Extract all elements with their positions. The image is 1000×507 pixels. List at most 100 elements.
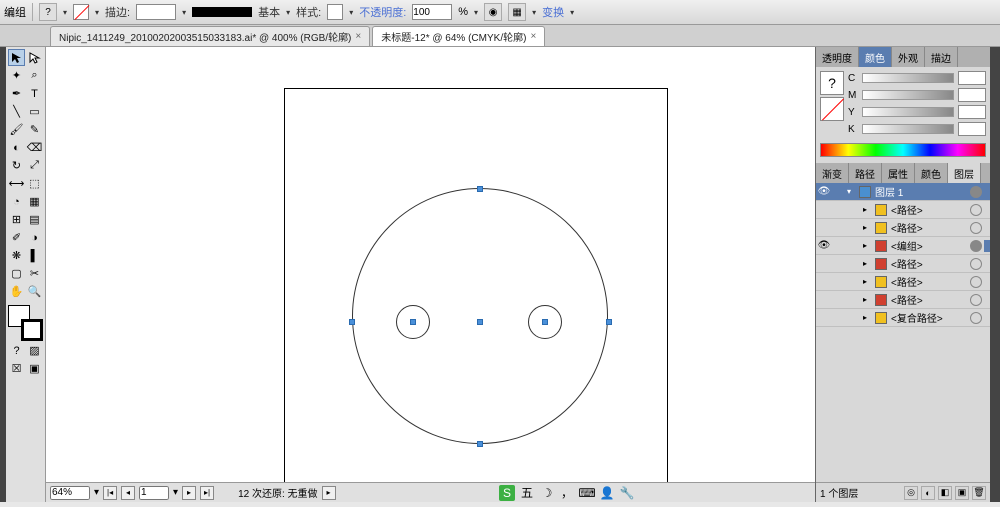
cyan-slider[interactable] [862,73,954,83]
close-icon[interactable]: × [355,31,361,42]
align-icon[interactable]: ▦ [508,3,526,21]
dropdown-arrow-icon[interactable]: ▾ [570,8,574,17]
scale-tool[interactable]: ⤢ [26,157,43,174]
expand-toggle-icon[interactable]: ▾ [847,187,857,196]
selection-handle[interactable] [606,319,612,325]
layer-name[interactable]: <路径> [889,202,968,217]
user-icon[interactable]: 👤 [599,485,615,501]
selection-handle[interactable] [410,319,416,325]
target-icon[interactable] [970,258,982,270]
paintbrush-tool[interactable]: 🖌 [8,121,25,138]
zoom-input[interactable] [50,486,90,500]
eyedropper-tool[interactable]: ✐ [8,229,25,246]
keyboard-icon[interactable]: ⌨ [579,485,595,501]
slice-tool[interactable]: ✂ [26,265,43,282]
close-icon[interactable]: × [530,31,536,42]
ime-icon[interactable]: S [499,485,515,501]
rotate-tool[interactable]: ↻ [8,157,25,174]
layer-item-row[interactable]: ▸ <路径> [816,219,990,237]
selection-tool[interactable] [8,49,25,66]
gradient-mode-icon[interactable]: ▨ [26,342,43,359]
tab-attributes[interactable]: 属性 [882,163,915,183]
stroke-preview[interactable] [192,7,252,17]
magenta-slider[interactable] [862,90,954,100]
style-swatch[interactable] [327,4,343,20]
yellow-value-input[interactable] [958,105,986,119]
stroke-weight-input[interactable] [136,4,176,20]
selection-handle[interactable] [477,186,483,192]
first-page-button[interactable]: |◂ [103,486,117,500]
transform-link[interactable]: 变换 [542,4,564,20]
dropdown-arrow-icon[interactable]: ▾ [286,8,290,17]
screen-mode-icon[interactable]: ▣ [26,360,43,377]
yellow-slider[interactable] [862,107,954,117]
shape-builder-tool[interactable]: ◔ [8,193,25,210]
target-icon[interactable] [970,312,982,324]
tab-layers[interactable]: 图层 [948,163,981,183]
expand-toggle-icon[interactable]: ▸ [863,223,873,232]
punctuation-icon[interactable]: ， [559,485,575,501]
target-icon[interactable] [970,222,982,234]
column-graph-tool[interactable]: ▌ [26,247,43,264]
layer-name[interactable]: <路径> [889,220,968,235]
locate-layer-icon[interactable]: ◎ [904,486,918,500]
dropdown-arrow-icon[interactable]: ▾ [63,8,67,17]
new-layer-icon[interactable]: ▣ [955,486,969,500]
color-mode-icon[interactable]: ? [8,342,25,359]
fill-swatch-none[interactable] [73,4,89,20]
black-slider[interactable] [862,124,954,134]
make-clipping-mask-icon[interactable]: ◐ [921,486,935,500]
layer-name[interactable]: <路径> [889,292,968,307]
layer-header-row[interactable]: 👁 ▾ 图层 1 [816,183,990,201]
none-swatch[interactable] [820,97,844,121]
gradient-tool[interactable]: ▤ [26,211,43,228]
tab-color[interactable]: 颜色 [859,47,892,67]
opacity-input[interactable] [412,4,452,20]
color-spectrum[interactable] [820,143,986,157]
target-icon[interactable] [970,204,982,216]
next-page-button[interactable]: ▸ [182,486,196,500]
width-tool[interactable]: ⟷ [8,175,25,192]
free-transform-tool[interactable]: ⬚ [26,175,43,192]
selection-handle[interactable] [477,441,483,447]
cyan-value-input[interactable] [958,71,986,85]
layer-name[interactable]: 图层 1 [873,184,968,199]
layer-name[interactable]: <复合路径> [889,310,968,325]
black-value-input[interactable] [958,122,986,136]
document-tab[interactable]: 未标题-12* @ 64% (CMYK/轮廓) × [372,26,545,46]
layer-name[interactable]: <路径> [889,274,968,289]
target-icon[interactable] [970,240,982,252]
layer-name[interactable]: <路径> [889,256,968,271]
tab-appearance[interactable]: 外观 [892,47,925,67]
direct-selection-tool[interactable] [26,49,43,66]
last-page-button[interactable]: ▸| [200,486,214,500]
dropdown-arrow-icon[interactable]: ▾ [349,8,353,17]
selection-handle[interactable] [349,319,355,325]
layer-item-row[interactable]: ▸ <复合路径> [816,309,990,327]
artboard-tool[interactable]: ▢ [8,265,25,282]
eraser-tool[interactable]: ⌫ [26,139,43,156]
expand-toggle-icon[interactable]: ▸ [863,313,873,322]
document-tab[interactable]: Nipic_1411249_20100202003515033183.ai* @… [50,26,370,46]
lasso-tool[interactable]: ⌕ [26,67,43,84]
magic-wand-tool[interactable]: ✦ [8,67,25,84]
new-sublayer-icon[interactable]: ◧ [938,486,952,500]
layer-item-row[interactable]: ▸ <路径> [816,255,990,273]
delete-layer-icon[interactable]: 🗑 [972,486,986,500]
target-icon[interactable] [970,186,982,198]
expand-toggle-icon[interactable]: ▸ [863,295,873,304]
recolor-icon[interactable]: ◉ [484,3,502,21]
target-icon[interactable] [970,276,982,288]
dropdown-arrow-icon[interactable]: ▾ [94,487,99,498]
fill-preview[interactable]: ? [820,71,844,95]
rectangle-tool[interactable]: ▭ [26,103,43,120]
tab-pathfinder[interactable]: 路径 [849,163,882,183]
dropdown-arrow-icon[interactable]: ▾ [532,8,536,17]
magenta-value-input[interactable] [958,88,986,102]
zoom-tool[interactable]: 🔍 [26,283,43,300]
stroke-swatch[interactable] [21,319,43,341]
fill-stroke-swatches[interactable] [8,305,43,341]
blend-tool[interactable]: ◑ [26,229,43,246]
settings-icon[interactable]: 🔧 [619,485,635,501]
shape-circle-large[interactable] [352,188,608,444]
